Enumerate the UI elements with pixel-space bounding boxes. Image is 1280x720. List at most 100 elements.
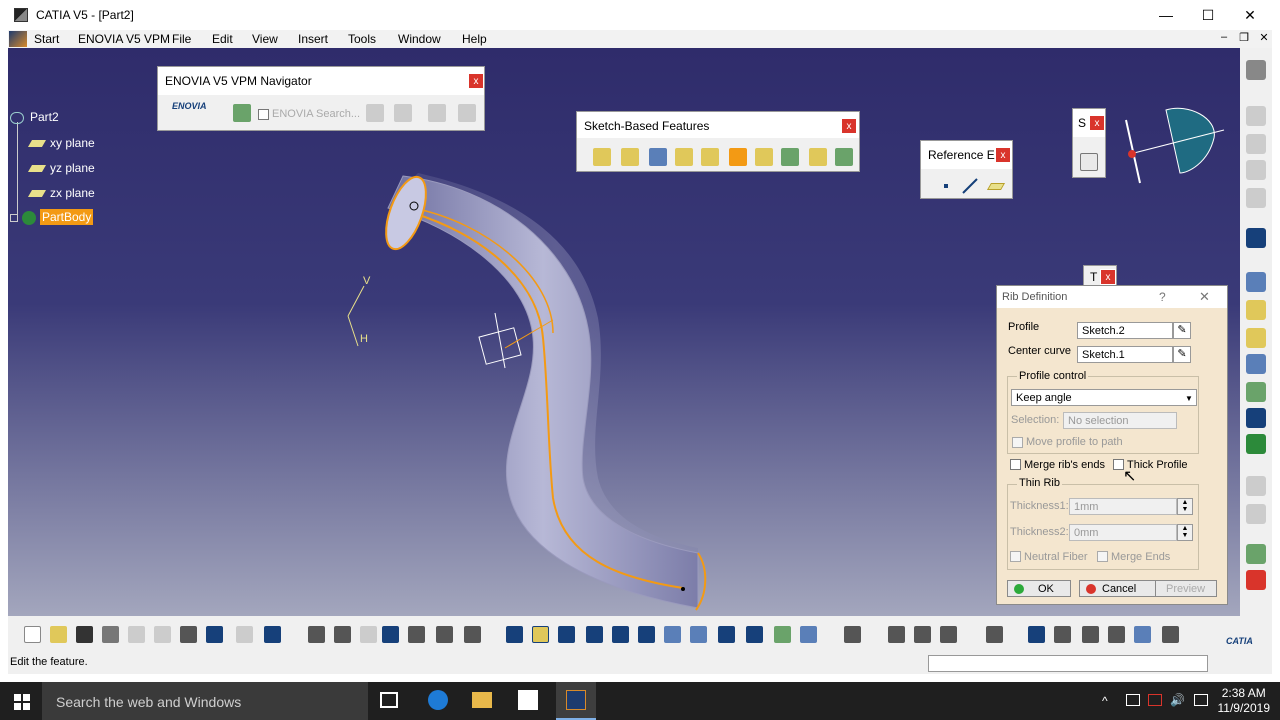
expand-icon[interactable] xyxy=(10,213,18,222)
thickness1-field[interactable]: 1mm xyxy=(1069,498,1177,515)
shading-icon[interactable] xyxy=(746,626,763,643)
pad-icon[interactable] xyxy=(593,148,611,166)
copy-icon[interactable] xyxy=(154,626,171,643)
groove-icon[interactable] xyxy=(675,148,693,166)
solid-icon[interactable] xyxy=(1246,328,1266,348)
enovia-search-checkbox[interactable] xyxy=(258,109,269,120)
knowledge-icon[interactable] xyxy=(334,626,351,643)
enovia-copy-icon[interactable] xyxy=(428,104,446,122)
minimize-button[interactable]: — xyxy=(1146,4,1186,26)
zoom-out-icon[interactable] xyxy=(638,626,655,643)
hide-show-icon[interactable] xyxy=(774,626,791,643)
file-explorer-icon[interactable] xyxy=(472,692,492,708)
zoom-in-icon[interactable] xyxy=(612,626,629,643)
menu-insert[interactable]: Insert xyxy=(298,32,328,46)
measure-icon[interactable] xyxy=(464,626,481,643)
distance-icon[interactable] xyxy=(888,626,905,643)
enovia-refresh-icon[interactable] xyxy=(458,104,476,122)
catalog-icon[interactable] xyxy=(408,626,425,643)
merge-ends-checkbox[interactable] xyxy=(1010,459,1021,470)
chevron-down-icon[interactable]: ▼ xyxy=(1185,394,1193,403)
volume-icon[interactable]: 🔊 xyxy=(1170,693,1185,707)
shaft-icon[interactable] xyxy=(649,148,667,166)
menu-enovia[interactable]: ENOVIA V5 VPM xyxy=(78,32,170,46)
open-icon[interactable] xyxy=(50,626,67,643)
rib-icon[interactable] xyxy=(729,148,747,166)
menu-edit[interactable]: Edit xyxy=(212,32,233,46)
tree-item-zx-plane[interactable]: zx plane xyxy=(27,186,95,200)
store-icon[interactable] xyxy=(518,690,538,710)
apply-material-icon[interactable] xyxy=(1246,570,1266,590)
neutral-fiber-checkbox[interactable] xyxy=(1010,551,1021,562)
tree-item-partbody[interactable]: PartBody xyxy=(10,209,94,225)
sketch-icon[interactable] xyxy=(1080,153,1098,171)
multi-view-icon[interactable] xyxy=(690,626,707,643)
analysis-icon[interactable] xyxy=(1246,434,1266,454)
maximize-button[interactable]: ☐ xyxy=(1188,4,1228,26)
enovia-save-icon[interactable] xyxy=(394,104,412,122)
slot-icon[interactable] xyxy=(755,148,773,166)
print-icon[interactable] xyxy=(102,626,119,643)
select-arrow-icon[interactable] xyxy=(1246,228,1266,248)
redo-icon[interactable] xyxy=(236,626,253,643)
menu-help[interactable]: Help xyxy=(462,32,487,46)
box-icon[interactable] xyxy=(1246,300,1266,320)
hole-icon[interactable] xyxy=(701,148,719,166)
target-icon[interactable] xyxy=(1246,408,1266,428)
iso-view-icon[interactable] xyxy=(718,626,735,643)
multi-sections-solid-icon[interactable] xyxy=(809,148,827,166)
task-view-icon[interactable] xyxy=(380,692,398,708)
tree-item-yz-plane[interactable]: yz plane xyxy=(27,161,95,175)
rotate-icon[interactable] xyxy=(586,626,603,643)
document-icon[interactable] xyxy=(1246,160,1266,180)
enovia-connect-icon[interactable] xyxy=(233,104,251,122)
new-icon[interactable] xyxy=(24,626,41,643)
refresh-icon[interactable] xyxy=(1028,626,1045,643)
render-icon[interactable] xyxy=(1246,544,1266,564)
document-icon[interactable] xyxy=(1246,188,1266,208)
close-icon[interactable]: x xyxy=(995,147,1011,163)
move-profile-checkbox[interactable] xyxy=(1012,437,1023,448)
enovia-tree-icon[interactable] xyxy=(366,104,384,122)
catia-taskbar-button[interactable] xyxy=(556,682,596,720)
merge-ends2-checkbox[interactable] xyxy=(1097,551,1108,562)
network-icon[interactable] xyxy=(1126,694,1140,706)
thickness2-stepper[interactable]: ▲ ▼ xyxy=(1177,524,1193,541)
inertia-icon[interactable] xyxy=(914,626,931,643)
pocket-icon[interactable] xyxy=(621,148,639,166)
save-icon[interactable] xyxy=(76,626,93,643)
selection-field[interactable]: No selection xyxy=(1063,412,1177,429)
command-input[interactable] xyxy=(928,655,1208,672)
menu-tools[interactable]: Tools xyxy=(348,32,376,46)
snap-icon[interactable] xyxy=(1134,626,1151,643)
help-button[interactable]: ? xyxy=(1159,290,1166,304)
swap-space-icon[interactable] xyxy=(800,626,817,643)
gear-icon[interactable] xyxy=(1246,60,1266,80)
point-icon[interactable] xyxy=(937,177,955,195)
dialog-close-button[interactable]: ✕ xyxy=(1199,289,1210,305)
profile-sketch-edit-icon[interactable]: ✎ xyxy=(1173,322,1191,339)
profile-control-select[interactable]: Keep angle xyxy=(1011,389,1197,406)
copy-icon[interactable] xyxy=(1246,106,1266,126)
paste-icon[interactable] xyxy=(180,626,197,643)
whats-this-icon[interactable] xyxy=(264,626,281,643)
chevron-up-icon[interactable]: ^ xyxy=(1102,694,1108,708)
hand-icon[interactable] xyxy=(1054,626,1071,643)
sketch-tools-icon[interactable] xyxy=(1246,272,1266,292)
menu-window[interactable]: Window xyxy=(398,32,441,46)
diamond-icon[interactable] xyxy=(1246,354,1266,374)
table-icon[interactable] xyxy=(1246,476,1266,496)
fly-icon[interactable] xyxy=(506,626,523,643)
preview-button[interactable]: Preview xyxy=(1155,580,1217,597)
profile-field[interactable]: Sketch.2 xyxy=(1077,322,1173,339)
design-table-icon[interactable] xyxy=(382,626,399,643)
document-icon[interactable] xyxy=(1246,134,1266,154)
start-icon[interactable] xyxy=(9,31,27,47)
tree-item-xy-plane[interactable]: xy plane xyxy=(27,136,95,150)
material-icon[interactable] xyxy=(940,626,957,643)
thickness1-stepper[interactable]: ▲ ▼ xyxy=(1177,498,1193,515)
frame-icon[interactable] xyxy=(1246,504,1266,524)
menu-view[interactable]: View xyxy=(252,32,278,46)
law-icon[interactable] xyxy=(360,626,377,643)
instantiate-icon[interactable] xyxy=(436,626,453,643)
